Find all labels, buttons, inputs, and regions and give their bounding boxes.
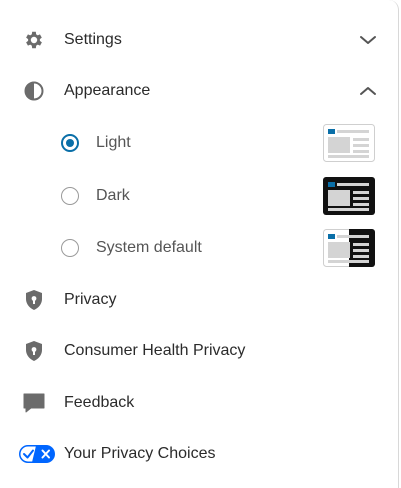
radio-dark[interactable] <box>61 187 79 205</box>
menu-item-settings[interactable]: Settings <box>0 15 399 65</box>
menu-item-feedback-label: Feedback <box>64 394 135 411</box>
privacy-choices-toggle-icon <box>18 442 56 466</box>
menu-item-consumer-health-privacy[interactable]: Consumer Health Privacy <box>0 326 399 376</box>
menu-item-privacy-choices[interactable]: Your Privacy Choices <box>0 429 399 479</box>
chat-bubble-icon <box>22 391 46 415</box>
theme-option-dark-label: Dark <box>96 187 130 204</box>
menu-item-privacy[interactable]: Privacy <box>0 275 399 325</box>
menu-item-privacy-label: Privacy <box>64 291 117 308</box>
dark-theme-preview <box>323 177 375 215</box>
chevron-down-icon[interactable] <box>357 29 379 51</box>
menu-item-privacy-choices-label: Your Privacy Choices <box>64 445 216 462</box>
chevron-up-icon[interactable] <box>357 80 379 102</box>
theme-option-light-label: Light <box>96 134 131 151</box>
system-theme-preview <box>323 229 375 267</box>
menu-item-settings-label: Settings <box>64 31 122 48</box>
menu-item-feedback[interactable]: Feedback <box>0 378 399 428</box>
theme-option-dark[interactable]: Dark <box>50 174 390 218</box>
theme-option-system-label: System default <box>96 239 202 256</box>
menu-item-consumer-health-privacy-label: Consumer Health Privacy <box>64 342 246 359</box>
menu-item-appearance-label: Appearance <box>64 82 151 99</box>
radio-system[interactable] <box>61 239 79 257</box>
shield-lock-icon <box>22 339 46 363</box>
light-theme-preview <box>323 124 375 162</box>
gear-icon <box>22 28 46 52</box>
radio-light[interactable] <box>61 134 79 152</box>
theme-option-system[interactable]: System default <box>50 226 390 270</box>
menu-item-appearance[interactable]: Appearance <box>0 66 399 116</box>
shield-lock-icon <box>22 288 46 312</box>
settings-menu-panel: Settings Appearance Light Dark System de… <box>0 0 399 488</box>
theme-option-light[interactable]: Light <box>50 121 390 165</box>
contrast-icon <box>22 79 46 103</box>
